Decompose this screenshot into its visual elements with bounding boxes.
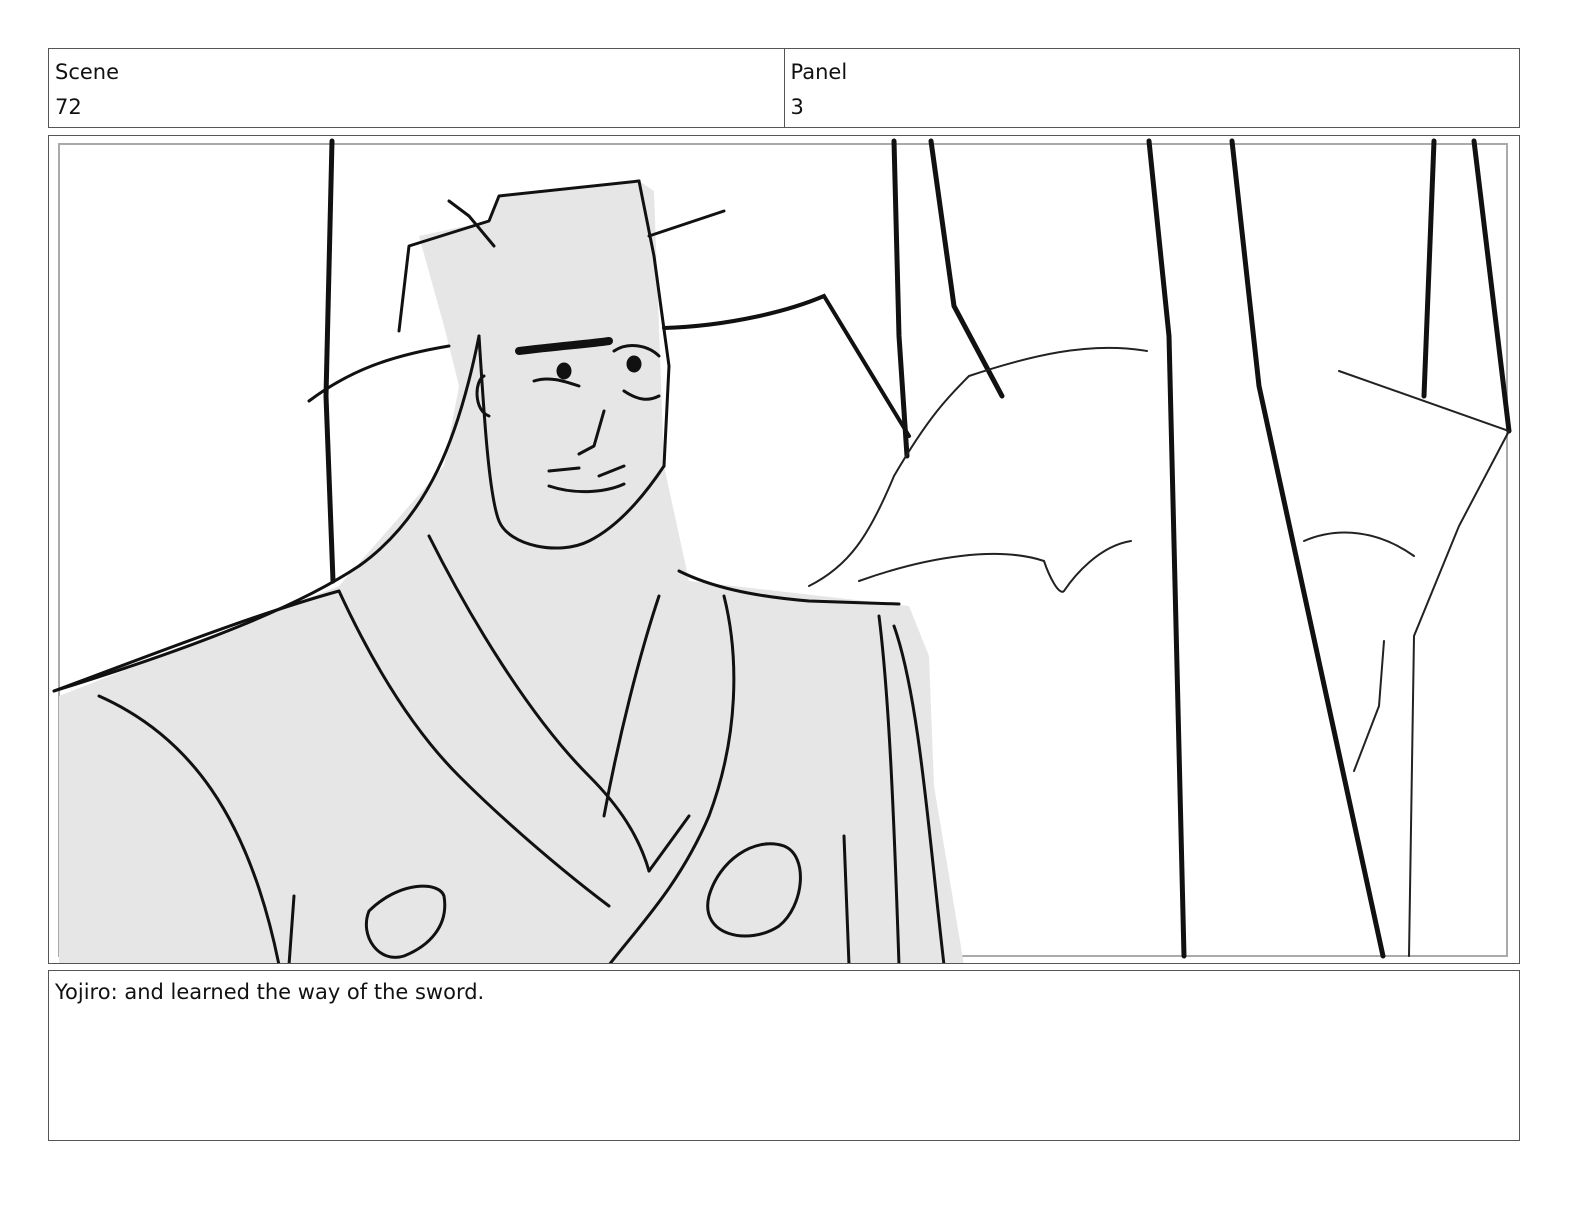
staff <box>662 293 911 438</box>
storyboard-sketch <box>52 138 1512 963</box>
dialogue-text: Yojiro: and learned the way of the sword… <box>55 980 485 1004</box>
panel-label: Panel <box>790 60 848 84</box>
panel-cell: Panel 3 <box>783 49 1520 127</box>
scene-label: Scene <box>55 60 120 84</box>
scene-number: 72 <box>55 95 82 119</box>
storyboard-header: Scene 72 Panel 3 <box>48 48 1520 128</box>
panel-number: 3 <box>790 95 804 119</box>
dialogue-notes: Yojiro: and learned the way of the sword… <box>48 970 1520 1141</box>
storyboard-frame <box>48 135 1520 964</box>
samurai-body-fill <box>59 181 964 963</box>
scene-cell: Scene 72 <box>49 49 784 127</box>
